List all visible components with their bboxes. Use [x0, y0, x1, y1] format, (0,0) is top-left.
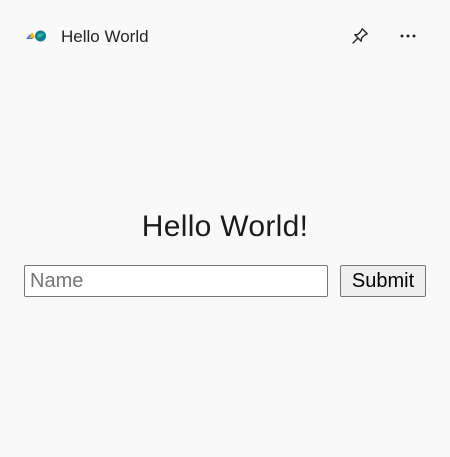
- title-bar: Hello World: [0, 0, 450, 72]
- pin-button[interactable]: [346, 22, 374, 50]
- pin-icon: [350, 26, 370, 46]
- more-options-button[interactable]: [394, 22, 422, 50]
- app-logo-icon: [24, 27, 48, 45]
- app-title: Hello World: [61, 27, 149, 46]
- more-options-icon: [398, 26, 418, 46]
- submit-button[interactable]: Submit: [340, 265, 426, 297]
- page-heading: Hello World!: [141, 210, 309, 243]
- name-input[interactable]: [24, 265, 328, 297]
